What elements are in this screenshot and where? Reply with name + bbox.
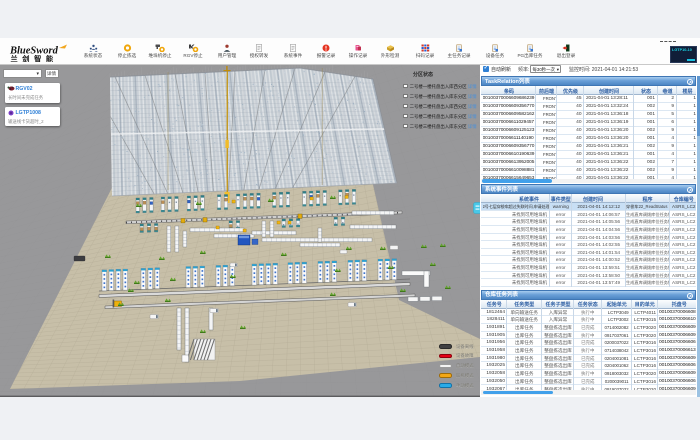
svg-text:兰剑智能: 兰剑智能 (11, 55, 58, 63)
